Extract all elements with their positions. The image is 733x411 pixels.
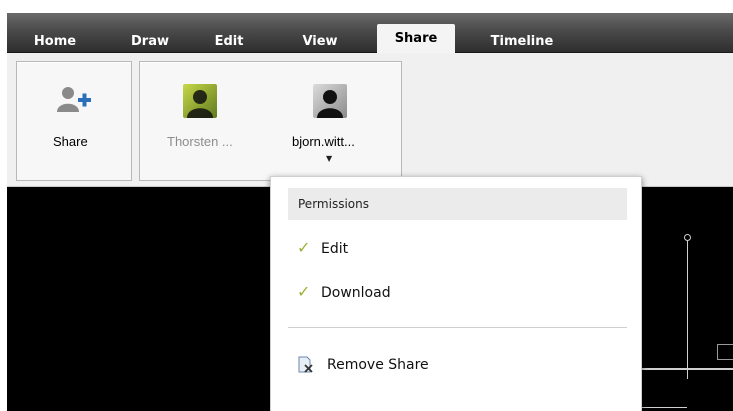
avatar (313, 84, 347, 118)
remove-share-icon (297, 356, 315, 374)
permission-label: Edit (321, 241, 349, 257)
app-window: Home Draw Edit View Share Timeline Share (7, 13, 733, 411)
share-ribbon: Share Thorsten ... bjorn.witt... ▼ (7, 53, 733, 187)
remove-share-button[interactable]: Remove Share (297, 353, 429, 377)
add-user-icon (54, 84, 94, 116)
permission-edit[interactable]: ✓ Edit (297, 237, 348, 259)
tab-draw[interactable]: Draw (120, 31, 180, 52)
checkmark-icon: ✓ (297, 238, 311, 257)
canvas-node-handle[interactable] (684, 234, 691, 241)
permissions-popup: Permissions ✓ Edit ✓ Download Remove Share (270, 176, 642, 411)
tab-share[interactable]: Share (377, 24, 455, 54)
menu-tab-bar: Home Draw Edit View Share Timeline (7, 13, 733, 54)
shared-users-group: Thorsten ... bjorn.witt... ▼ (139, 61, 402, 181)
user-name-label: bjorn.witt... (292, 134, 355, 149)
permission-label: Download (321, 285, 391, 301)
user-bjorn[interactable]: bjorn.witt... ▼ (270, 62, 400, 180)
user-name-label: Thorsten ... (167, 134, 233, 149)
permission-download[interactable]: ✓ Download (297, 281, 391, 303)
tab-view[interactable]: View (290, 31, 350, 52)
canvas-connector-line (687, 239, 688, 379)
canvas-connector-line (627, 368, 733, 370)
permissions-header: Permissions (288, 188, 627, 220)
chevron-down-icon[interactable]: ▼ (326, 154, 332, 163)
divider (288, 327, 627, 328)
remove-share-label: Remove Share (327, 357, 429, 373)
tab-home[interactable]: Home (25, 31, 85, 52)
share-button[interactable]: Share (16, 61, 132, 181)
user-thorsten[interactable]: Thorsten ... (140, 62, 268, 180)
canvas-node-box[interactable] (717, 344, 733, 360)
tab-edit[interactable]: Edit (204, 31, 254, 52)
tab-timeline[interactable]: Timeline (477, 31, 567, 52)
share-button-label: Share (53, 134, 88, 149)
avatar (183, 84, 217, 118)
checkmark-icon: ✓ (297, 282, 311, 301)
